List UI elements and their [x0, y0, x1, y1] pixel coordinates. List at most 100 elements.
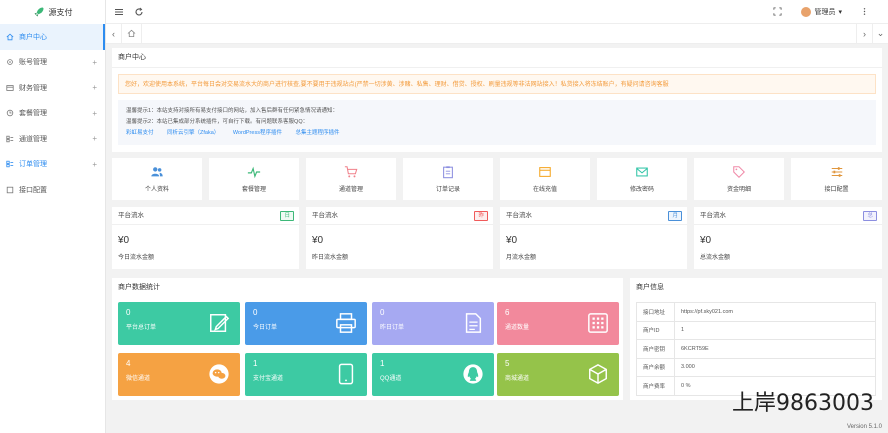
orders-icon: [6, 160, 14, 168]
tile-wechat-channels[interactable]: 4 微信通道: [118, 353, 240, 396]
tab-options-icon[interactable]: ⌄: [872, 23, 888, 44]
stat-value: ¥0: [700, 235, 712, 246]
stat-card-month: 平台流水 月 ¥0 月流水金额: [500, 207, 687, 269]
info-key: 商户费率: [636, 376, 675, 396]
clipboard-icon: [443, 166, 453, 179]
sidebar-item-accounts[interactable]: 账号管理 +: [0, 50, 105, 76]
circle-icon: [6, 109, 14, 117]
sidebar-item-finance[interactable]: 财务管理 +: [0, 75, 105, 101]
tab-home[interactable]: [122, 23, 142, 44]
quick-password[interactable]: 修改密码: [597, 158, 687, 200]
gear-icon: [6, 58, 14, 66]
sidebar-item-orders[interactable]: 订单管理 +: [0, 152, 105, 178]
more-icon[interactable]: [860, 7, 870, 17]
panel-title: 商户信息: [636, 284, 664, 291]
tablet-icon: [338, 363, 354, 385]
sidebar-item-label: 财务管理: [19, 84, 47, 92]
quick-label: 在线充值: [532, 187, 557, 193]
stat-desc: 今日流水金额: [118, 255, 155, 261]
quick-profile[interactable]: 个人资料: [112, 158, 202, 200]
plugin-link[interactable]: WordPress程序插件: [233, 130, 282, 136]
quick-label: 通道管理: [338, 187, 363, 193]
printer-icon: [336, 313, 356, 333]
sidebar: 源支付 商户中心 账号管理 + 财务管理 + 套餐管理 + 通道管理 + 订单管…: [0, 0, 106, 433]
qq-icon: [463, 364, 483, 384]
pulse-icon: [247, 166, 261, 179]
avatar: [801, 6, 812, 17]
tab-scroll-left-icon[interactable]: ‹: [106, 23, 122, 44]
tile-yesterday-orders[interactable]: 0 昨日订单: [372, 302, 494, 345]
merchant-info-panel: 商户信息 接口地址 https://pf.sky021.com 商户ID 1 商户密…: [630, 278, 882, 400]
tile-total-orders[interactable]: 0 平台总订单: [118, 302, 240, 345]
info-key: 商户余额: [636, 357, 675, 377]
box-icon: [589, 363, 607, 385]
users-icon: [151, 167, 163, 177]
stat-card-yesterday: 平台流水 昨 ¥0 昨日流水金额: [306, 207, 493, 269]
window-icon: [539, 167, 551, 177]
stat-value: ¥0: [312, 235, 324, 246]
quick-orders[interactable]: 订单记录: [403, 158, 493, 200]
info-key: 商户密钥: [636, 339, 675, 359]
sidebar-item-label: 订单管理: [19, 161, 47, 169]
stat-desc: 月流水金额: [506, 255, 537, 261]
menu-toggle-icon[interactable]: [114, 7, 124, 17]
quick-label: 接口配置: [824, 187, 849, 193]
quick-label: 修改密码: [629, 187, 654, 193]
edit-icon: [210, 314, 230, 332]
stat-title: 平台流水: [700, 212, 726, 219]
table-row: 商户余额 3.000: [636, 357, 876, 377]
sidebar-item-label: 账号管理: [19, 59, 47, 67]
logo[interactable]: 源支付: [0, 0, 105, 24]
watermark: 上岸9863003: [732, 391, 874, 416]
status-badge: 昨: [474, 211, 488, 221]
rocket-icon: [34, 7, 43, 17]
status-badge: 日: [280, 211, 294, 221]
expand-icon: +: [92, 134, 97, 144]
user-menu[interactable]: 管理员 ▾: [801, 6, 842, 17]
cart-icon: [344, 166, 358, 178]
quick-packages[interactable]: 套餐管理: [209, 158, 299, 200]
stat-title: 平台流水: [118, 212, 144, 219]
tile-today-orders[interactable]: 0 今日订单: [245, 302, 367, 345]
tab-scroll-right-icon[interactable]: ›: [856, 23, 872, 44]
table-row: 商户ID 1: [636, 320, 876, 340]
quick-label: 套餐管理: [241, 187, 266, 193]
plugin-link[interactable]: 彩虹易支付: [126, 130, 154, 136]
sidebar-item-api-config[interactable]: 接口配置: [0, 177, 105, 203]
sidebar-item-merchant-center[interactable]: 商户中心: [0, 24, 105, 50]
sidebar-item-label: 接口配置: [19, 186, 47, 194]
quick-label: 个人资料: [144, 187, 169, 193]
quick-recharge[interactable]: 在线充值: [500, 158, 590, 200]
wallet-icon: [6, 84, 14, 92]
stat-value: ¥0: [118, 235, 130, 246]
plugin-links: 彩虹易支付 同析云引擎（Zfaka） WordPress程序插件 总集主题程序插…: [126, 128, 868, 139]
stat-card-total: 平台流水 总 ¥0 总流水金额: [694, 207, 882, 269]
quick-channels[interactable]: 通道管理: [306, 158, 396, 200]
sidebar-item-label: 套餐管理: [19, 110, 47, 118]
expand-icon: +: [92, 159, 97, 169]
quick-api[interactable]: 接口配置: [791, 158, 882, 200]
version-label: Version 5.1.0: [846, 424, 882, 430]
sidebar-item-channels[interactable]: 通道管理 +: [0, 126, 105, 152]
tile-channel-count[interactable]: 6 通道数量: [497, 302, 619, 345]
sidebar-item-packages[interactable]: 套餐管理 +: [0, 101, 105, 127]
plugin-link[interactable]: 总集主题程序插件: [295, 130, 339, 136]
tips-box: 温馨提示1：本站支持对接所有易支付接口的网站，加入售后群有任何紧急情况请通知： …: [118, 100, 876, 145]
tile-qq-channels[interactable]: 1 QQ通道: [372, 353, 494, 396]
home-icon: [127, 29, 136, 38]
fullscreen-icon[interactable]: [773, 6, 783, 17]
refresh-icon[interactable]: [134, 7, 144, 17]
tile-mall-channels[interactable]: 5 商城通道: [497, 353, 619, 396]
table-row: 商户密钥 6KCRT59E: [636, 339, 876, 359]
stat-card-today: 平台流水 日 ¥0 今日流水金额: [112, 207, 299, 269]
quick-funds[interactable]: 资金明细: [694, 158, 784, 200]
logo-text: 源支付: [48, 7, 73, 17]
document-icon: [465, 313, 482, 333]
tab-bar: ‹ › ⌄: [106, 23, 888, 44]
stat-title: 平台流水: [506, 212, 532, 219]
plugin-link[interactable]: 同析云引擎（Zfaka）: [167, 130, 219, 136]
info-value: 1: [674, 320, 876, 340]
home-icon: [6, 33, 14, 41]
merchant-info-table: 接口地址 https://pf.sky021.com 商户ID 1 商户密钥 6KCR…: [636, 302, 876, 396]
tile-alipay-channels[interactable]: 1 支付宝通道: [245, 353, 367, 396]
